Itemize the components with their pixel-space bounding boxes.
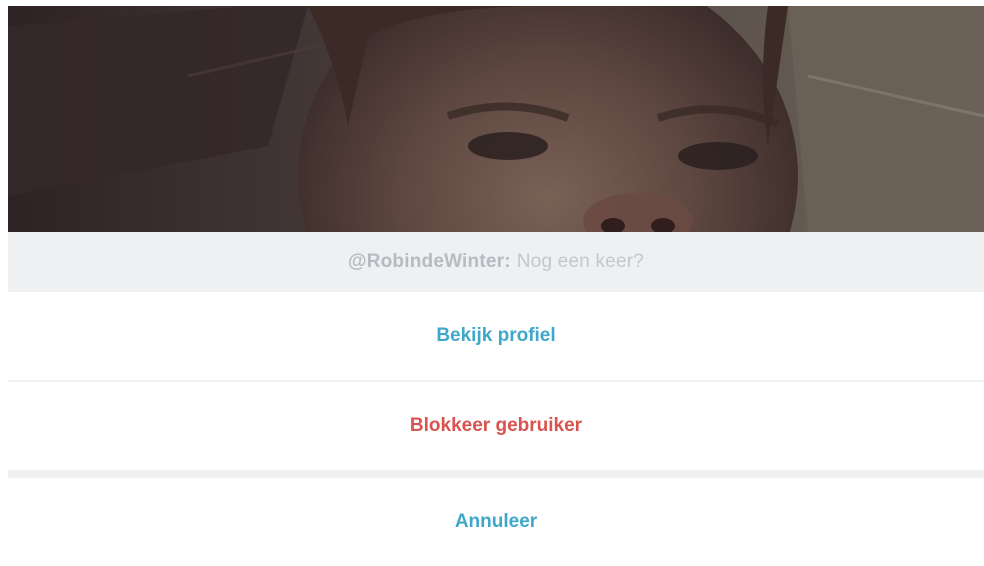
group-separator [8,470,984,478]
view-profile-button[interactable]: Bekijk profiel [8,292,984,380]
message-username: @RobindeWinter: [347,251,511,272]
video-frame [0,0,984,232]
cancel-button[interactable]: Annuleer [8,478,984,566]
action-sheet: @RobindeWinter: Nog een keer? Bekijk pro… [8,232,984,532]
message-preview: @RobindeWinter: Nog een keer? [8,232,984,292]
video-preview [8,6,984,232]
block-user-button[interactable]: Blokkeer gebruiker [8,382,984,470]
person-video-image [8,6,984,232]
message-text: Nog een keer? [516,251,645,272]
